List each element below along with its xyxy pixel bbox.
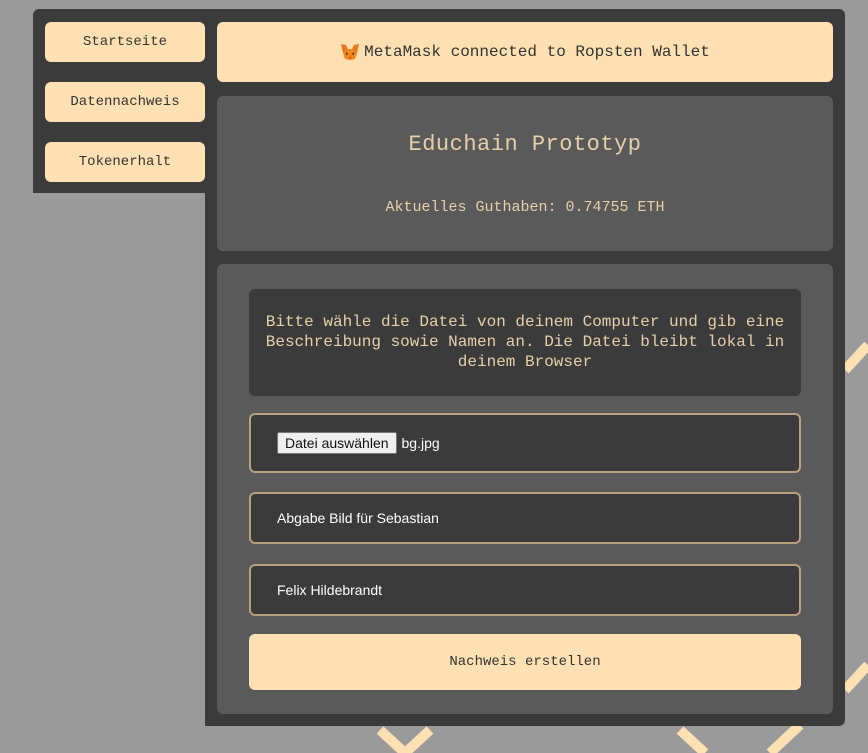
instructions-text: Bitte wähle die Datei von deinem Compute…	[249, 289, 801, 396]
title-card: Educhain Prototyp Aktuelles Guthaben: 0.…	[217, 96, 833, 251]
wallet-status-banner: MetaMask connected to Ropsten Wallet	[217, 22, 833, 82]
nav-datennachweis-button[interactable]: Datennachweis	[45, 82, 205, 122]
wallet-status-text: MetaMask connected to Ropsten Wallet	[364, 43, 710, 61]
create-proof-button[interactable]: Nachweis erstellen	[249, 634, 801, 690]
selected-file-name: bg.jpg	[401, 435, 440, 451]
name-input[interactable]: Felix Hildebrandt	[249, 564, 801, 616]
nav-startseite-button[interactable]: Startseite	[45, 22, 205, 62]
description-input[interactable]: Abgabe Bild für Sebastian	[249, 492, 801, 544]
proof-form: Bitte wähle die Datei von deinem Compute…	[217, 264, 833, 714]
file-input[interactable]: Datei auswählen bg.jpg	[249, 413, 801, 473]
page-title: Educhain Prototyp	[408, 132, 642, 157]
metamask-fox-icon	[341, 44, 360, 60]
balance-display: Aktuelles Guthaben: 0.74755 ETH	[385, 199, 665, 216]
nav-tokenerhalt-button[interactable]: Tokenerhalt	[45, 142, 205, 182]
choose-file-button[interactable]: Datei auswählen	[277, 432, 397, 454]
panel-cutout	[33, 193, 205, 753]
